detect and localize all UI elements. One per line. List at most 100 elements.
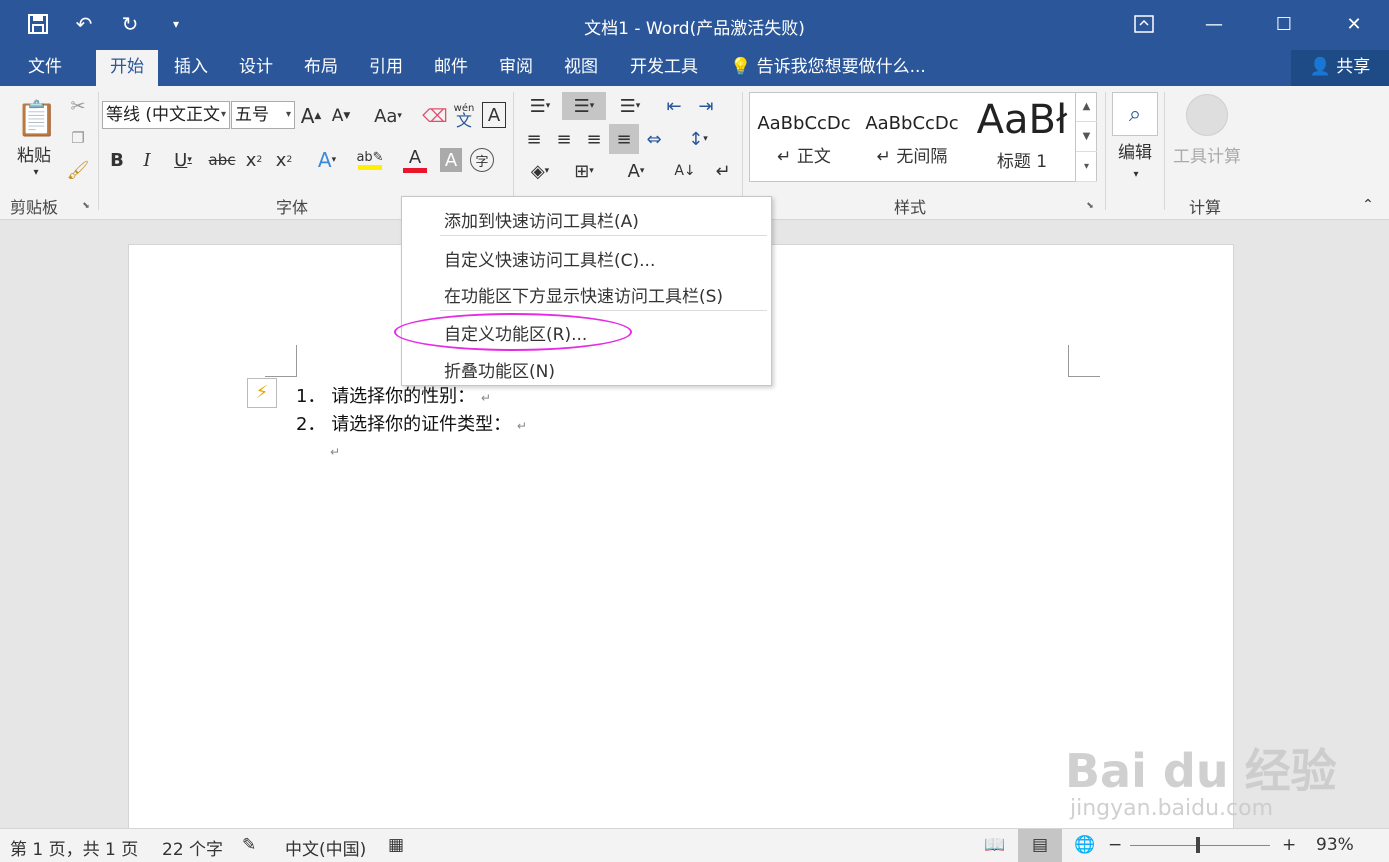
tab-mailings[interactable]: 邮件 [420,50,482,86]
editing-button[interactable]: 编辑 [1112,138,1158,163]
format-painter-icon[interactable]: 🖌 [66,158,90,182]
menu-item-collapse-ribbon[interactable]: 折叠功能区(N) [444,357,555,382]
character-shading-icon[interactable]: A [440,148,462,172]
superscript-icon[interactable]: x2 [272,146,296,174]
sort-icon[interactable]: A↓ [672,158,698,184]
style-no-spacing[interactable]: AaBbCcDc ↵ 无间隔 [862,93,962,181]
tab-layout[interactable]: 布局 [290,50,352,86]
italic-icon[interactable]: I [136,146,158,174]
style-name: ↵ 无间隔 [876,147,948,167]
tab-home[interactable]: 开始 [96,50,158,86]
document-line-2[interactable]: 2． 请选择你的证件类型： ↵ [296,410,527,436]
numbering-icon[interactable]: ☰ ▾ [562,92,606,120]
enclose-characters-icon[interactable]: 字 [470,148,494,172]
paragraph-mark: ↵ [330,445,341,459]
word-count[interactable]: 22 个字 [162,835,223,860]
smart-tag-icon[interactable]: ⚡ [247,378,277,408]
tool-calc-button[interactable]: 工具计算 [1168,142,1246,167]
gallery-more-icon[interactable]: ▾ [1076,152,1097,182]
menu-item-add-to-qat[interactable]: 添加到快速访问工具栏(A) [444,207,639,232]
person-add-icon: 👤 [1309,57,1331,77]
window-controls: — ☐ ✕ [1109,0,1389,48]
chevron-down-icon[interactable]: ▾ [1126,166,1146,182]
tell-me-box[interactable]: 💡 告诉我您想要做什么... [730,50,926,86]
increase-indent-icon[interactable]: ⇥ [692,94,720,118]
bullets-icon[interactable]: ☰ ▾ [520,94,560,118]
proofing-icon[interactable]: ✎ [242,835,256,855]
share-button[interactable]: 👤 共享 [1291,50,1389,86]
align-center-icon[interactable]: ≡ [550,126,578,152]
character-border-icon[interactable]: A [482,102,506,128]
multilevel-list-icon[interactable]: ☰ ▾ [610,94,650,118]
align-right-icon[interactable]: ≡ [580,126,608,152]
separator [742,92,743,210]
zoom-in-icon[interactable]: + [1282,835,1296,855]
tab-view[interactable]: 视图 [550,50,612,86]
close-icon[interactable]: ✕ [1319,0,1389,48]
tab-file[interactable]: 文件 [14,50,76,86]
style-normal[interactable]: AaBbCcDc ↵ 正文 [754,93,854,181]
tool-calc-icon[interactable] [1186,94,1228,136]
document-line-3[interactable]: ↵ [330,440,340,461]
font-size-combo[interactable]: 五号 ▾ [231,101,295,129]
chevron-up-icon[interactable]: ▲ [1076,92,1097,122]
decrease-indent-icon[interactable]: ⇤ [660,94,688,118]
bold-icon[interactable]: B [106,146,128,174]
zoom-out-icon[interactable]: − [1108,835,1122,855]
minimize-icon[interactable]: — [1179,0,1249,48]
font-color-icon[interactable]: A [395,144,435,176]
borders-icon[interactable]: ⊞ ▾ [564,158,604,184]
language[interactable]: 中文(中国) [285,835,366,860]
tab-review[interactable]: 审阅 [485,50,547,86]
zoom-slider[interactable] [1130,845,1270,846]
zoom-slider-thumb[interactable] [1196,837,1200,853]
separator [1105,92,1106,210]
justify-icon[interactable]: ≡ [609,124,639,154]
clipboard-launcher-icon[interactable]: ⬊ [80,200,92,212]
web-layout-icon[interactable]: 🌐 [1074,835,1095,855]
menu-item-show-qat-below[interactable]: 在功能区下方显示快速访问工具栏(S) [444,282,723,307]
line-spacing-icon[interactable]: ↕ ▾ [678,126,718,152]
chinese-layout-icon[interactable]: A ▾ [616,158,656,184]
tab-references[interactable]: 引用 [355,50,417,86]
paste-label[interactable]: 粘贴 [12,142,56,166]
menu-item-customize-qat[interactable]: 自定义快速访问工具栏(C)... [444,246,655,271]
font-name-combo[interactable]: 等线 (中文正文 ▾ [102,101,230,129]
search-icon[interactable]: ⌕ [1112,92,1158,136]
strikethrough-icon[interactable]: abc [207,146,237,174]
align-left-icon[interactable]: ≡ [520,126,548,152]
styles-launcher-icon[interactable]: ⬊ [1084,200,1096,212]
zoom-level[interactable]: 93% [1316,835,1354,855]
subscript-icon[interactable]: x2 [242,146,266,174]
paste-icon[interactable]: 📋 [12,94,62,144]
tab-insert[interactable]: 插入 [160,50,222,86]
paste-dropdown-icon[interactable]: ▾ [26,164,46,180]
clear-formatting-icon[interactable]: ⌫ [422,102,447,130]
text-effects-icon[interactable]: A ▾ [309,146,345,174]
change-case-button[interactable]: Aa ▾ [368,102,408,130]
font-size-value: 五号 [235,105,269,125]
maximize-icon[interactable]: ☐ [1249,0,1319,48]
read-mode-icon[interactable]: 📖 [984,835,1005,855]
shading-icon[interactable]: ◈ ▾ [520,158,560,184]
distributed-icon[interactable]: ⇔ [640,126,668,152]
ribbon-display-options-icon[interactable] [1109,0,1179,48]
print-layout-icon[interactable]: ▤ [1018,829,1062,862]
phonetic-guide-icon[interactable]: wén 文 [452,100,476,130]
highlight-color-icon[interactable]: ab✎ [350,144,390,176]
collapse-ribbon-icon[interactable]: ⌃ [1358,196,1378,214]
macro-icon[interactable]: ▦ [388,835,404,855]
tab-developer[interactable]: 开发工具 [622,50,706,86]
grow-font-icon[interactable]: A ▲ [299,102,323,130]
chevron-down-icon[interactable]: ▼ [1076,122,1097,152]
style-heading-1[interactable]: AaBł 标题 1 [970,93,1074,181]
underline-icon[interactable]: U ▾ [166,146,200,174]
separator [513,92,514,210]
tab-design[interactable]: 设计 [225,50,287,86]
shrink-font-icon[interactable]: A ▼ [329,102,353,130]
copy-icon[interactable]: ❐ [66,126,90,150]
page-count[interactable]: 第 1 页，共 1 页 [10,835,138,860]
style-name: ↵ 正文 [777,147,831,167]
show-hide-marks-icon[interactable]: ↵ [710,158,736,184]
cut-icon[interactable]: ✂ [66,94,90,118]
